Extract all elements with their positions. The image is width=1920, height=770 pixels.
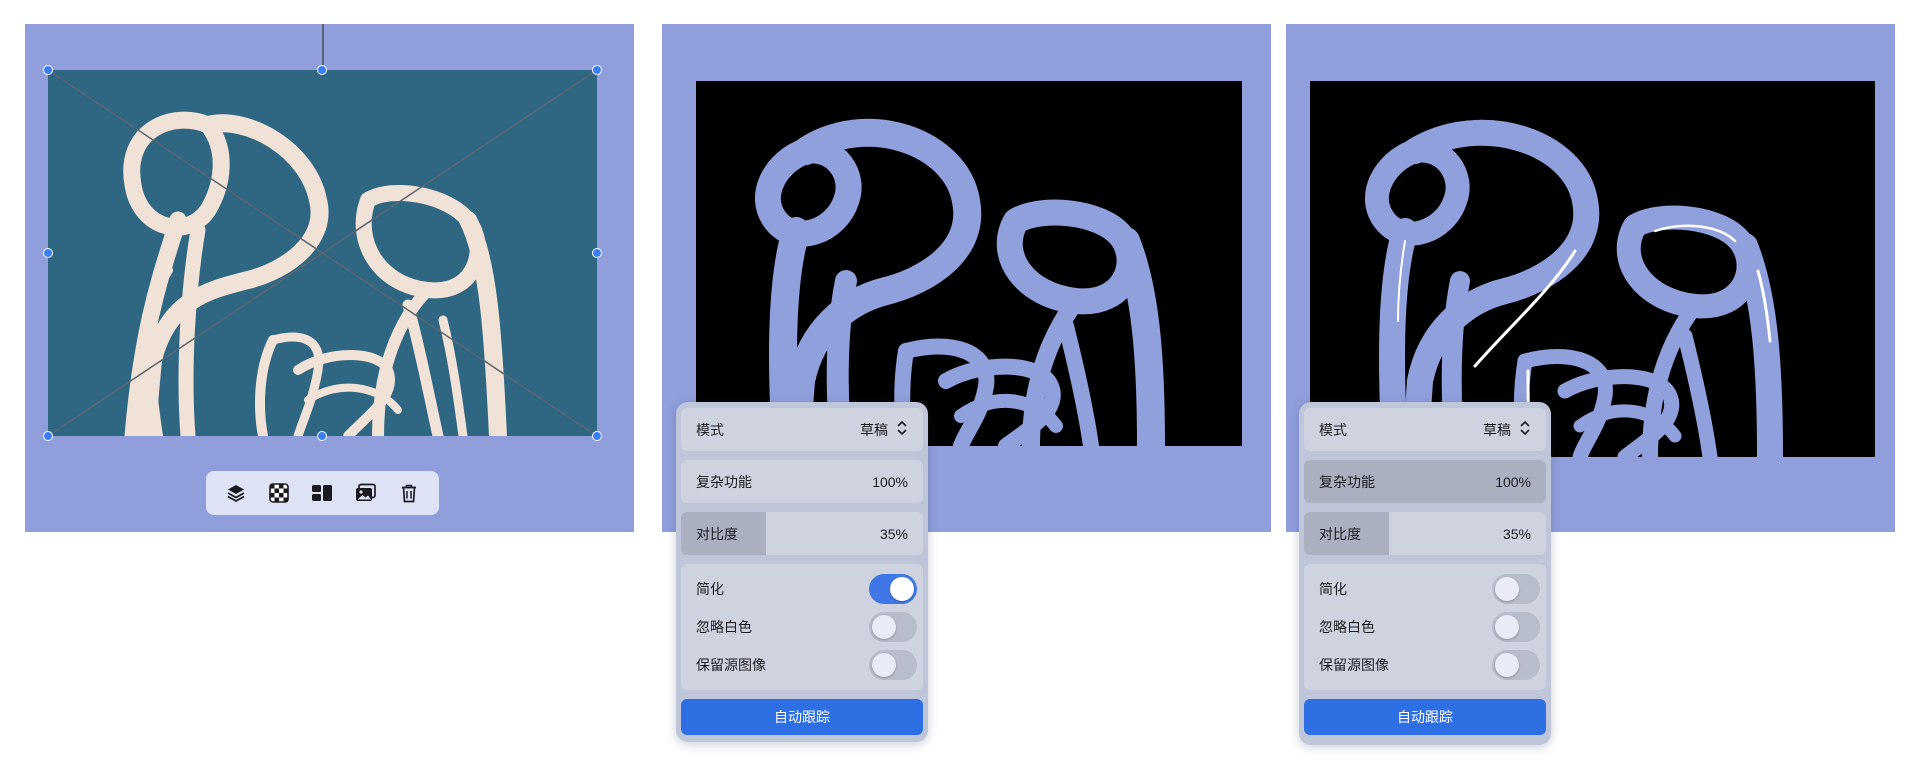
mode-selector[interactable]: 模式 草稿	[1304, 408, 1546, 451]
options-group: 简化 忽略白色 保留源图像	[1304, 564, 1546, 690]
ignore-white-option: 忽略白色	[1319, 608, 1540, 646]
traced-image-detailed[interactable]	[1310, 81, 1875, 457]
contrast-value: 35%	[1502, 525, 1531, 542]
keep-source-option: 保留源图像	[696, 646, 917, 684]
complexity-value: 100%	[872, 473, 908, 490]
ignore-white-toggle[interactable]	[1492, 612, 1540, 642]
keep-source-label: 保留源图像	[696, 657, 766, 673]
keep-source-toggle[interactable]	[869, 650, 917, 680]
complexity-label: 复杂功能	[1319, 473, 1375, 490]
complexity-slider[interactable]: 复杂功能 100%	[681, 460, 923, 503]
contrast-value: 35%	[879, 525, 908, 542]
chevron-up-down-icon	[1519, 420, 1531, 439]
replace-image-icon[interactable]	[351, 478, 381, 508]
ignore-white-label: 忽略白色	[696, 619, 752, 635]
resize-handle-top-right[interactable]	[592, 65, 602, 75]
complexity-value: 100%	[1495, 473, 1531, 490]
layers-icon[interactable]	[221, 478, 251, 508]
arrange-icon[interactable]	[307, 478, 337, 508]
contrast-label: 对比度	[1319, 525, 1361, 542]
simplify-option: 简化	[696, 570, 917, 608]
ignore-white-option: 忽略白色	[696, 608, 917, 646]
contrast-slider[interactable]: 对比度 35%	[681, 512, 923, 555]
trace-settings-popover: 模式 草稿 复杂功能 100% 对比度 35% 简化 忽略白色 保留源图像 自动…	[676, 402, 928, 742]
image-toolbar	[206, 471, 439, 515]
traced-shapes	[1364, 119, 1783, 457]
resize-handle-top[interactable]	[317, 65, 327, 75]
canvas-panel-original	[25, 24, 634, 532]
mode-value: 草稿	[860, 421, 888, 438]
complexity-slider[interactable]: 复杂功能 100%	[1304, 460, 1546, 503]
traced-shapes	[755, 118, 1165, 446]
simplify-label: 简化	[696, 581, 724, 597]
rotate-handle-line[interactable]	[322, 24, 324, 70]
simplify-option: 简化	[1319, 570, 1540, 608]
resize-handle-top-left[interactable]	[43, 65, 53, 75]
contrast-label: 对比度	[696, 525, 738, 542]
resize-handle-left[interactable]	[43, 248, 53, 258]
ignore-white-label: 忽略白色	[1319, 619, 1375, 635]
resize-handle-bottom-right[interactable]	[592, 431, 602, 441]
ignore-white-toggle[interactable]	[869, 612, 917, 642]
simplify-toggle[interactable]	[869, 574, 917, 604]
traced-image-simplified[interactable]	[696, 81, 1242, 446]
mode-label: 模式	[696, 421, 724, 438]
simplify-label: 简化	[1319, 581, 1347, 597]
transparency-grid-icon[interactable]	[264, 478, 294, 508]
keep-source-option: 保留源图像	[1319, 646, 1540, 684]
selected-image[interactable]	[48, 70, 597, 436]
trace-settings-popover: 模式 草稿 复杂功能 100% 对比度 35% 简化 忽略白色 保留源图像 自动…	[1299, 402, 1551, 745]
complexity-label: 复杂功能	[696, 473, 752, 490]
contrast-slider[interactable]: 对比度 35%	[1304, 512, 1546, 555]
auto-trace-button[interactable]: 自动跟踪	[681, 699, 923, 735]
options-group: 简化 忽略白色 保留源图像	[681, 564, 923, 690]
resize-handle-bottom-left[interactable]	[43, 431, 53, 441]
chevron-up-down-icon	[896, 420, 908, 439]
trash-icon[interactable]	[394, 478, 424, 508]
mode-label: 模式	[1319, 421, 1347, 438]
resize-handle-bottom[interactable]	[317, 431, 327, 441]
auto-trace-button[interactable]: 自动跟踪	[1304, 699, 1546, 735]
keep-source-toggle[interactable]	[1492, 650, 1540, 680]
resize-handle-right[interactable]	[592, 248, 602, 258]
simplify-toggle[interactable]	[1492, 574, 1540, 604]
keep-source-label: 保留源图像	[1319, 657, 1389, 673]
mode-selector[interactable]: 模式 草稿	[681, 408, 923, 451]
sculpture-photo	[48, 70, 597, 436]
mode-value: 草稿	[1483, 421, 1511, 438]
